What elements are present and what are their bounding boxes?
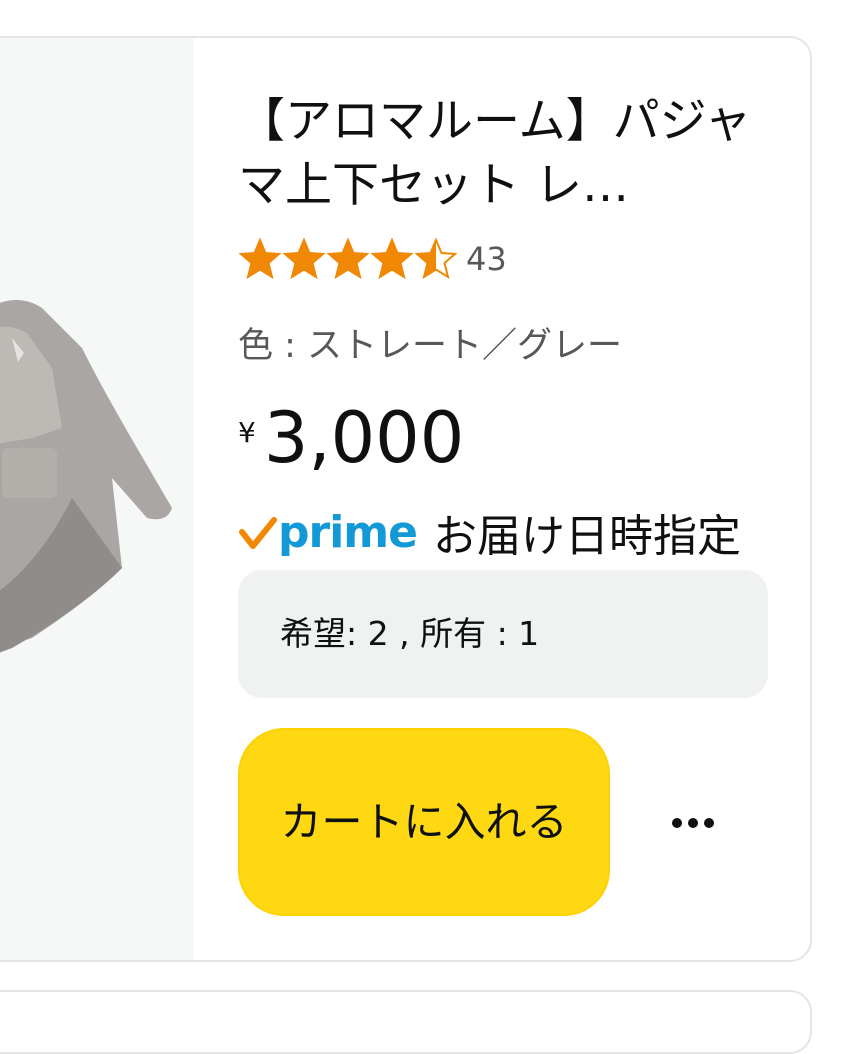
star-full-icon bbox=[326, 237, 370, 280]
star-full-icon bbox=[370, 237, 414, 280]
star-full-icon bbox=[282, 237, 326, 280]
price-currency: ¥ bbox=[238, 416, 256, 449]
price-value: 3,000 bbox=[263, 397, 465, 479]
more-options-button[interactable] bbox=[658, 798, 728, 848]
wishlist-status: 希望: 2 , 所有 : 1 bbox=[280, 614, 540, 653]
rating-row[interactable]: 43 bbox=[238, 236, 507, 282]
star-half-icon bbox=[414, 237, 458, 280]
star-full-icon bbox=[238, 237, 282, 280]
next-product-card[interactable] bbox=[0, 990, 812, 1054]
more-dot bbox=[688, 818, 698, 828]
prime-label: prime bbox=[278, 506, 418, 558]
price: ¥ 3,000 bbox=[238, 398, 464, 478]
wishlist-status-box: 希望: 2 , 所有 : 1 bbox=[238, 570, 768, 698]
delivery-text: お届け日時指定 bbox=[432, 511, 741, 562]
prime-delivery: prime お届け日時指定 bbox=[238, 500, 778, 564]
add-to-cart-button[interactable]: カートに入れる bbox=[238, 728, 610, 916]
star-rating bbox=[238, 237, 458, 281]
rating-count: 43 bbox=[466, 240, 507, 278]
variant-label: 色 : ストレート／グレー bbox=[238, 326, 623, 366]
product-title[interactable]: 【アロマルーム】パジャマ上下セット レ… bbox=[238, 90, 768, 218]
more-horizontal-icon bbox=[672, 818, 682, 828]
pajama-image bbox=[0, 300, 172, 653]
product-image[interactable] bbox=[0, 38, 194, 960]
more-dot bbox=[704, 818, 714, 828]
prime-badge: prime bbox=[238, 506, 418, 558]
product-card[interactable]: 【アロマルーム】パジャマ上下セット レ… 43 色 : ストレート／グレー ¥ … bbox=[0, 36, 812, 962]
check-icon bbox=[239, 517, 277, 549]
